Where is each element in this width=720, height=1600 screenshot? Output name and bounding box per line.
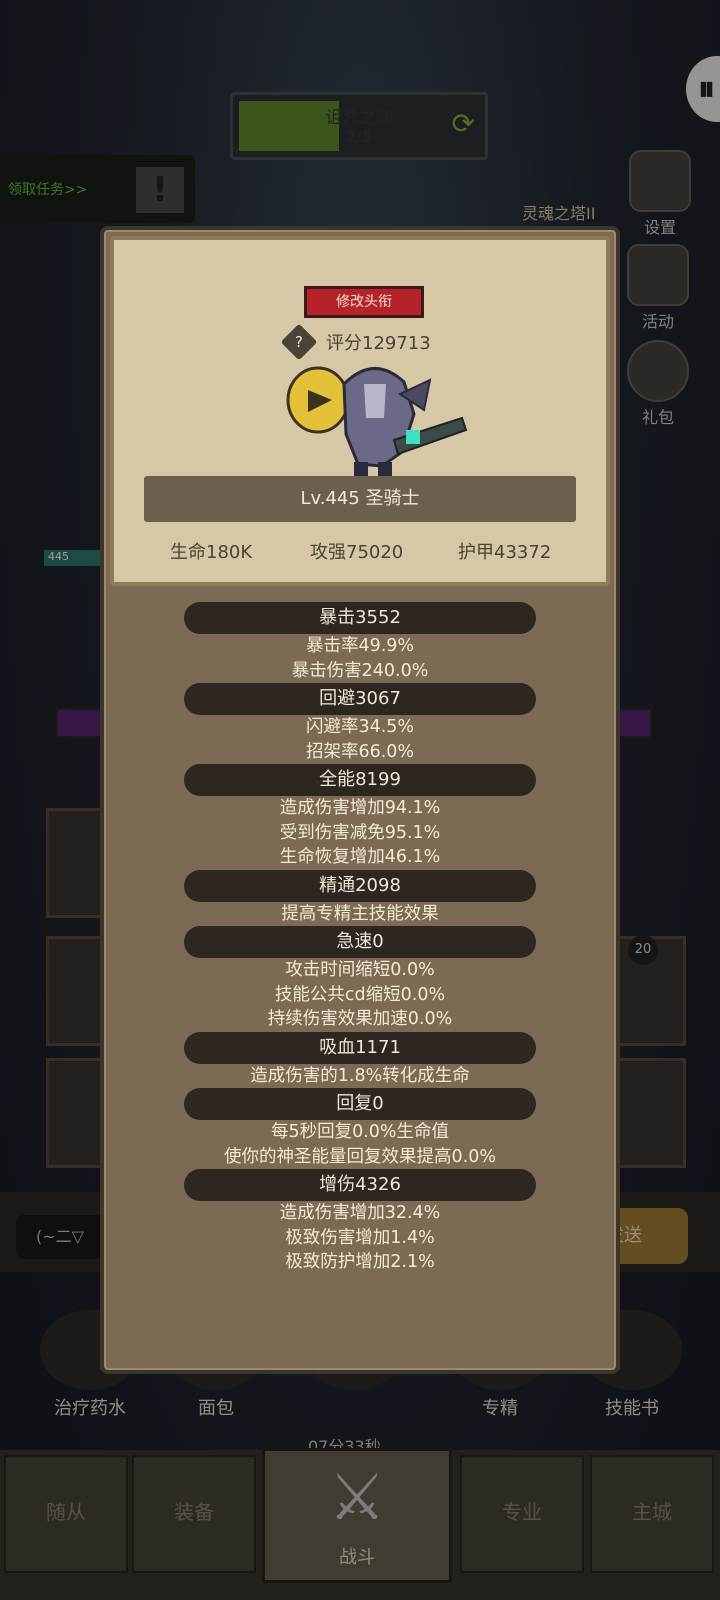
stat-line: 闪避率34.5% bbox=[305, 717, 415, 737]
stat-line: 造成伤害增加32.4% bbox=[279, 1203, 441, 1223]
paladin-portrait bbox=[286, 366, 468, 484]
stat-line: 使你的神圣能量回复效果提高0.0% bbox=[224, 1146, 496, 1167]
stat-header-crit: 暴击3552 bbox=[184, 602, 536, 634]
stat-header-regen: 回复0 bbox=[184, 1088, 536, 1120]
stat-line: 持续伤害效果加速0.0% bbox=[267, 1009, 453, 1029]
stat-header-haste: 急速0 bbox=[184, 926, 536, 958]
character-stats-popup: 修改头衔 ? 评分129713 Lv.445 圣骑士 生命180K 攻强7502… bbox=[100, 226, 620, 1374]
stat-line: 造成伤害的1.8%转化成生命 bbox=[250, 1065, 470, 1086]
attack-stat: 攻强75020 bbox=[310, 542, 404, 563]
stat-header-mastery: 精通2098 bbox=[184, 869, 536, 902]
stat-line: 造成伤害增加94.1% bbox=[279, 798, 441, 818]
stat-line: 生命恢复增加46.1% bbox=[279, 847, 441, 867]
stat-header-damage-bonus: 增伤4326 bbox=[184, 1169, 536, 1201]
stat-line: 招架率66.0% bbox=[305, 741, 415, 762]
stat-line: 技能公共cd缩短0.0% bbox=[274, 984, 446, 1005]
score-text: 评分129713 bbox=[326, 333, 431, 354]
stat-line: 每5秒回复0.0%生命值 bbox=[270, 1122, 450, 1142]
stat-list: 暴击3552 暴击率49.9% 暴击伤害240.0% 回避3067 闪避率34.… bbox=[104, 602, 616, 1275]
character-card: 修改头衔 ? 评分129713 Lv.445 圣骑士 生命180K 攻强7502… bbox=[110, 236, 610, 586]
edit-title-button[interactable]: 修改头衔 bbox=[304, 286, 424, 318]
stat-line: 受到伤害减免95.1% bbox=[279, 822, 441, 843]
stat-line: 攻击时间缩短0.0% bbox=[285, 960, 435, 980]
level-class-bar: Lv.445 圣骑士 bbox=[144, 476, 576, 522]
score-row: ? 评分129713 bbox=[280, 323, 431, 361]
base-stats: 生命180K 攻强75020 护甲43372 bbox=[114, 538, 606, 568]
stat-line: 提高专精主技能效果 bbox=[281, 903, 439, 924]
stat-line: 极致伤害增加1.4% bbox=[285, 1227, 435, 1248]
hp-stat: 生命180K bbox=[170, 542, 253, 563]
stat-line: 暴击伤害240.0% bbox=[291, 660, 429, 681]
stat-header-leech: 吸血1171 bbox=[184, 1031, 536, 1064]
stat-header-avoidance: 回避3067 bbox=[184, 683, 536, 715]
armor-stat: 护甲43372 bbox=[458, 542, 552, 563]
stat-line: 极致防护增加2.1% bbox=[285, 1252, 435, 1272]
stat-line: 暴击率49.9% bbox=[305, 636, 415, 656]
stat-header-versatility: 全能8199 bbox=[184, 764, 536, 796]
